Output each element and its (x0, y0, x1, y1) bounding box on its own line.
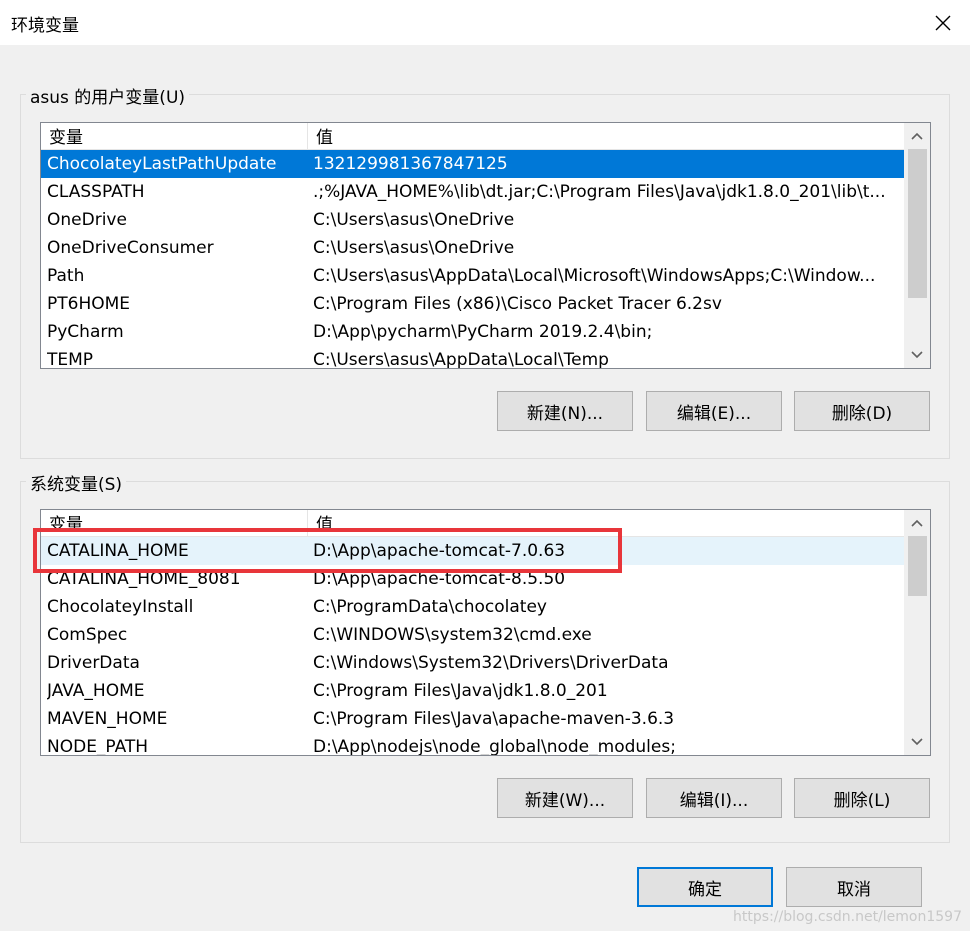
close-icon (935, 15, 951, 31)
scroll-up-button[interactable] (904, 510, 930, 536)
user-variables-list[interactable]: 变量 值 ChocolateyLastPathUpdate 13212998136… (40, 122, 931, 369)
system-delete-button[interactable]: 删除(L) (794, 778, 930, 818)
window-title: 环境变量 (11, 16, 79, 36)
scroll-thumb[interactable] (908, 149, 927, 298)
cancel-button[interactable]: 取消 (786, 867, 922, 907)
row-variable: NODE_PATH (47, 737, 149, 756)
row-variable: OneDriveConsumer (47, 238, 214, 258)
row-value: C:\Users\asus\AppData\Local\Microsoft\Wi… (313, 266, 876, 286)
row-variable: JAVA_HOME (47, 681, 145, 701)
table-row[interactable]: JAVA_HOME C:\Program Files\Java\jdk1.8.0_… (41, 677, 904, 705)
row-value: .;%JAVA_HOME%\lib\dt.jar;C:\Program File… (313, 182, 886, 202)
row-value: D:\App\nodejs\node_global\node_modules; (313, 737, 676, 756)
row-variable: Path (47, 266, 85, 286)
chevron-up-icon (911, 519, 923, 527)
row-value: 132129981367847125 (313, 154, 508, 174)
row-value: D:\App\pycharm\PyCharm 2019.2.4\bin; (313, 322, 653, 342)
row-value: C:\WINDOWS\system32\cmd.exe (313, 625, 592, 645)
column-header-value[interactable]: 值 (308, 123, 908, 150)
scroll-down-button[interactable] (904, 729, 930, 755)
table-row[interactable]: Path C:\Users\asus\AppData\Local\Microsof… (41, 262, 904, 290)
column-header-variable[interactable]: 变量 (41, 510, 308, 537)
user-variables-rows: ChocolateyLastPathUpdate 1321299813678471… (41, 150, 904, 369)
row-variable: PT6HOME (47, 294, 131, 314)
user-edit-button[interactable]: 编辑(E)... (646, 391, 782, 431)
row-variable: ComSpec (47, 625, 128, 645)
table-row[interactable]: CATALINA_HOME_8081 D:\App\apache-tomcat-8… (41, 565, 904, 593)
table-row[interactable]: OneDriveConsumer C:\Users\asus\OneDrive (41, 234, 904, 262)
table-row[interactable]: ChocolateyLastPathUpdate 1321299813678471… (41, 150, 904, 178)
table-row[interactable]: PyCharm D:\App\pycharm\PyCharm 2019.2.4\b… (41, 318, 904, 346)
column-header-variable[interactable]: 变量 (41, 123, 308, 150)
row-variable: TEMP (47, 350, 94, 369)
row-value: D:\App\apache-tomcat-8.5.50 (313, 569, 566, 589)
table-row[interactable]: PT6HOME C:\Program Files (x86)\Cisco Pack… (41, 290, 904, 318)
row-value: C:\Windows\System32\Drivers\DriverData (313, 653, 669, 673)
close-button[interactable] (928, 8, 958, 38)
user-variables-label: asus 的用户变量(U) (26, 83, 190, 108)
list-header: 变量 值 (41, 123, 930, 150)
system-edit-button[interactable]: 编辑(I)... (646, 778, 782, 818)
ok-button[interactable]: 确定 (637, 867, 773, 907)
system-list-scrollbar[interactable] (904, 510, 930, 755)
chevron-up-icon (911, 132, 923, 140)
user-list-scrollbar[interactable] (904, 123, 930, 368)
table-row[interactable]: TEMP C:\Users\asus\AppData\Local\Temp (41, 346, 904, 369)
table-row[interactable]: ChocolateyInstall C:\ProgramData\chocolat… (41, 593, 904, 621)
row-variable: PyCharm (47, 322, 124, 342)
chevron-down-icon (911, 738, 923, 746)
scroll-up-button[interactable] (904, 123, 930, 149)
row-variable: DriverData (47, 653, 140, 673)
table-row[interactable]: DriverData C:\Windows\System32\Drivers\Dr… (41, 649, 904, 677)
row-variable: ChocolateyLastPathUpdate (47, 154, 277, 174)
system-variables-rows: CATALINA_HOME D:\App\apache-tomcat-7.0.63… (41, 537, 904, 756)
chevron-down-icon (911, 351, 923, 359)
row-variable: CATALINA_HOME (47, 541, 189, 561)
table-row[interactable]: OneDrive C:\Users\asus\OneDrive (41, 206, 904, 234)
system-variables-list[interactable]: 变量 值 CATALINA_HOME D:\App\apache-tomcat-7… (40, 509, 931, 756)
list-header: 变量 值 (41, 510, 930, 537)
row-value: C:\Users\asus\OneDrive (313, 238, 515, 258)
system-variables-label: 系统变量(S) (26, 470, 127, 495)
row-variable: MAVEN_HOME (47, 709, 168, 729)
row-value: C:\ProgramData\chocolatey (313, 597, 547, 617)
column-header-value[interactable]: 值 (308, 510, 908, 537)
row-variable: CATALINA_HOME_8081 (47, 569, 241, 589)
table-row[interactable]: NODE_PATH D:\App\nodejs\node_global\node_… (41, 733, 904, 756)
row-value: C:\Program Files (x86)\Cisco Packet Trac… (313, 294, 722, 314)
row-value: C:\Users\asus\OneDrive (313, 210, 515, 230)
table-row[interactable]: MAVEN_HOME C:\Program Files\Java\apache-m… (41, 705, 904, 733)
row-variable: ChocolateyInstall (47, 597, 194, 617)
title-bar: 环境变量 (0, 0, 970, 45)
user-delete-button[interactable]: 删除(D) (794, 391, 930, 431)
row-variable: OneDrive (47, 210, 127, 230)
row-value: D:\App\apache-tomcat-7.0.63 (313, 541, 566, 561)
row-variable: CLASSPATH (47, 182, 145, 202)
table-row[interactable]: CATALINA_HOME D:\App\apache-tomcat-7.0.63 (41, 537, 904, 565)
table-row[interactable]: CLASSPATH .;%JAVA_HOME%\lib\dt.jar;C:\Pro… (41, 178, 904, 206)
row-value: C:\Program Files\Java\jdk1.8.0_201 (313, 681, 608, 701)
watermark: https://blog.csdn.net/lemon1597 (733, 909, 962, 925)
system-new-button[interactable]: 新建(W)... (497, 778, 633, 818)
table-row[interactable]: ComSpec C:\WINDOWS\system32\cmd.exe (41, 621, 904, 649)
row-value: C:\Users\asus\AppData\Local\Temp (313, 350, 609, 369)
scroll-thumb[interactable] (908, 536, 927, 596)
scroll-down-button[interactable] (904, 342, 930, 368)
row-value: C:\Program Files\Java\apache-maven-3.6.3 (313, 709, 675, 729)
user-new-button[interactable]: 新建(N)... (497, 391, 633, 431)
